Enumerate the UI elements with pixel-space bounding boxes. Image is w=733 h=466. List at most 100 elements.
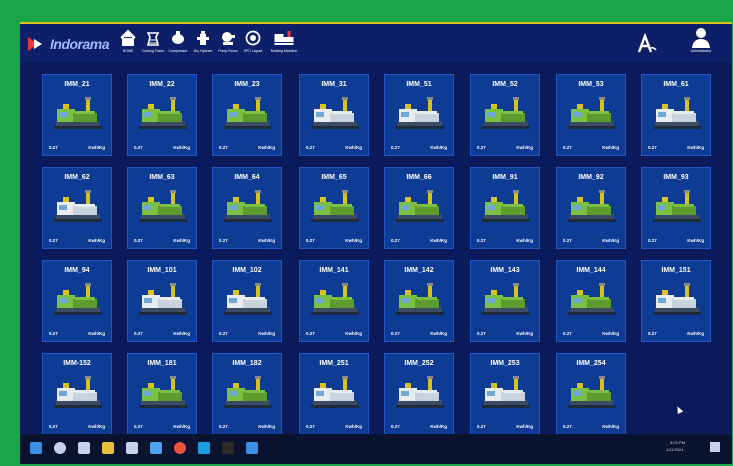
energy-unit: Kwh/Kg — [430, 238, 447, 243]
machine-name: IMM_101 — [147, 267, 177, 274]
machine-name: IMM_252 — [404, 360, 434, 367]
machine-tile[interactable]: IMM_53 0.27 Kwh/Kg — [556, 74, 626, 156]
machine-tile[interactable]: IMM_91 0.27 Kwh/Kg — [470, 167, 540, 249]
taskbar-clock-time[interactable]: 3:03 PM — [670, 440, 685, 445]
energy-unit: Kwh/Kg — [602, 145, 619, 150]
machine-tile[interactable]: IMM_182 0.27 Kwh/Kg — [212, 353, 282, 435]
injection-molding-machine-icon — [54, 376, 102, 408]
machine-tile[interactable]: IMM_63 0.27 Kwh/Kg — [127, 167, 197, 249]
nav-label: Molding Machine — [270, 49, 298, 53]
energy-unit: Kwh/Kg — [687, 238, 704, 243]
machine-tile[interactable]: IMM_253 0.27 Kwh/Kg — [470, 353, 540, 435]
machine-tile[interactable]: IMM_151 0.27 Kwh/Kg — [641, 260, 711, 342]
machine-tile[interactable]: IMM_252 0.27 Kwh/Kg — [384, 353, 454, 435]
energy-value: 0.27 — [563, 145, 572, 150]
energy-value: 0.27 — [219, 238, 228, 243]
energy-value: 0.27 — [134, 331, 143, 336]
machine-tile[interactable]: IMM_93 0.27 Kwh/Kg — [641, 167, 711, 249]
windows-taskbar: 3:03 PM 1/11/2024 — [20, 434, 732, 464]
energy-unit: Kwh/Kg — [88, 424, 105, 429]
machine-tile[interactable]: IMM_94 0.27 Kwh/Kg — [42, 260, 112, 342]
energy-unit: Kwh/Kg — [516, 424, 533, 429]
logo-mark-icon — [28, 37, 46, 51]
machine-tile[interactable]: IMM_21 0.27 Kwh/Kg — [42, 74, 112, 156]
machine-tile[interactable]: IMM_22 0.27 Kwh/Kg — [127, 74, 197, 156]
machine-tile[interactable]: IMM_181 0.27 Kwh/Kg — [127, 353, 197, 435]
task-view-icon[interactable] — [78, 442, 90, 454]
machine-tile[interactable]: IMM_254 0.27 Kwh/Kg — [556, 353, 626, 435]
nav-item-molding-machine[interactable]: Molding Machine — [266, 26, 302, 62]
machine-name: IMM_151 — [661, 267, 691, 274]
energy-value: 0.27 — [49, 331, 58, 336]
taskbar-clock-date[interactable]: 1/11/2024 — [666, 447, 684, 452]
injection-molding-machine-icon — [568, 97, 616, 129]
nav-label: Dry Hydrant — [193, 49, 213, 53]
nav-item-compressor[interactable]: Compressor — [166, 26, 190, 62]
nav-item-dry-hydrant[interactable]: Dry Hydrant — [191, 26, 215, 62]
energy-value: 0.27 — [391, 424, 400, 429]
machine-name: IMM_63 — [149, 174, 175, 181]
machine-name: IMM_92 — [578, 174, 604, 181]
machine-name: IMM_22 — [149, 81, 175, 88]
machine-name: IMM_143 — [490, 267, 520, 274]
machine-name: IMM_64 — [234, 174, 260, 181]
file-explorer-icon[interactable] — [102, 442, 114, 454]
energy-value: 0.27 — [648, 145, 657, 150]
machine-tile[interactable]: IMM-152 0.27 Kwh/Kg — [42, 353, 112, 435]
chrome-icon[interactable] — [174, 442, 186, 454]
machine-tile[interactable]: IMM_65 0.27 Kwh/Kg — [299, 167, 369, 249]
machine-name: IMM_53 — [578, 81, 604, 88]
injection-molding-machine-icon — [482, 376, 530, 408]
magnifier-icon[interactable] — [126, 442, 138, 454]
top-navigation-bar: Indorama HOME Cooling Tower Compressor Dry … — [20, 22, 732, 62]
windows-start-icon[interactable] — [30, 442, 42, 454]
machine-tile[interactable]: IMM_142 0.27 Kwh/Kg — [384, 260, 454, 342]
machine-tile[interactable]: IMM_66 0.27 Kwh/Kg — [384, 167, 454, 249]
nav-item-pump-room[interactable]: Pump Room — [216, 26, 240, 62]
nav-item-cooling-tower[interactable]: Cooling Tower — [141, 26, 165, 62]
machine-tile[interactable]: IMM_52 0.27 Kwh/Kg — [470, 74, 540, 156]
energy-value: 0.27 — [563, 424, 572, 429]
machine-tile[interactable]: IMM_51 0.27 Kwh/Kg — [384, 74, 454, 156]
machine-tile[interactable]: IMM_141 0.27 Kwh/Kg — [299, 260, 369, 342]
energy-value: 0.27 — [134, 424, 143, 429]
machine-tile[interactable]: IMM_64 0.27 Kwh/Kg — [212, 167, 282, 249]
machine-tile[interactable]: IMM_92 0.27 Kwh/Kg — [556, 167, 626, 249]
machine-tile[interactable]: IMM_23 0.27 Kwh/Kg — [212, 74, 282, 156]
machine-tile[interactable]: IMM_61 0.27 Kwh/Kg — [641, 74, 711, 156]
user-account-button[interactable]: Administrator — [684, 27, 718, 61]
machine-tile[interactable]: IMM_31 0.27 Kwh/Kg — [299, 74, 369, 156]
target-icon — [245, 30, 261, 46]
energy-value: 0.27 — [49, 238, 58, 243]
edge-icon[interactable] — [198, 442, 210, 454]
energy-value: 0.27 — [477, 238, 486, 243]
machine-tile[interactable]: IMM_101 0.27 Kwh/Kg — [127, 260, 197, 342]
mail-icon[interactable] — [150, 442, 162, 454]
machine-tile[interactable]: IMM_144 0.27 Kwh/Kg — [556, 260, 626, 342]
store-icon[interactable] — [246, 442, 258, 454]
energy-value: 0.27 — [563, 238, 572, 243]
search-icon[interactable] — [54, 442, 66, 454]
nav-item-spc-layout[interactable]: SPC Layout — [241, 26, 265, 62]
machine-name: IMM_91 — [492, 174, 518, 181]
nav-item-home[interactable]: HOME — [116, 26, 140, 62]
energy-unit: Kwh/Kg — [516, 238, 533, 243]
machine-tile[interactable]: IMM_62 0.27 Kwh/Kg — [42, 167, 112, 249]
machine-name: IMM_61 — [663, 81, 689, 88]
translate-icon[interactable] — [636, 33, 658, 55]
injection-molding-machine-icon — [139, 376, 187, 408]
machine-tile[interactable]: IMM_102 0.27 Kwh/Kg — [212, 260, 282, 342]
machine-name: IMM_251 — [319, 360, 349, 367]
machine-name: IMM_182 — [232, 360, 262, 367]
injection-molding-machine-icon — [482, 190, 530, 222]
machine-tile[interactable]: IMM_143 0.27 Kwh/Kg — [470, 260, 540, 342]
notification-icon[interactable] — [710, 442, 720, 452]
nav-label: SPC Layout — [243, 49, 263, 53]
energy-unit: Kwh/Kg — [602, 238, 619, 243]
app-icon[interactable] — [222, 442, 234, 454]
energy-unit: Kwh/Kg — [258, 145, 275, 150]
machine-name: IMM_62 — [64, 174, 90, 181]
company-logo[interactable]: Indorama — [28, 34, 116, 54]
energy-value: 0.27 — [49, 424, 58, 429]
machine-tile[interactable]: IMM_251 0.27 Kwh/Kg — [299, 353, 369, 435]
